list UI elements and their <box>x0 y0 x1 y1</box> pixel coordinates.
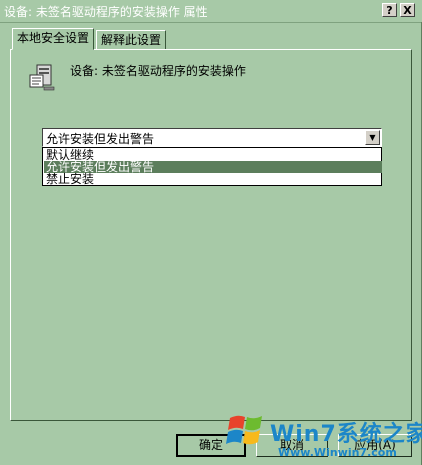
combo-selected-value: 允许安装但发出警告 <box>46 132 155 146</box>
title-bar: 设备: 未签名驱动程序的安装操作 属性 ? X <box>0 0 422 23</box>
watermark-url: Www.Winwin7.com <box>278 446 397 459</box>
window-title: 设备: 未签名驱动程序的安装操作 属性 <box>4 5 208 19</box>
option-allow-with-warning[interactable]: 允许安装但发出警告 <box>44 161 382 173</box>
watermark-brand: Win7系统之家 <box>270 422 422 447</box>
close-button[interactable]: X <box>400 3 415 17</box>
tab-explain-setting[interactable]: 解释此设置 <box>96 30 167 50</box>
policy-name: 设备: 未签名驱动程序的安装操作 <box>70 64 246 78</box>
tab-local-security-setting[interactable]: 本地安全设置 <box>12 28 95 50</box>
policy-computer-icon <box>29 64 55 91</box>
option-block-install[interactable]: 禁止安装 <box>44 173 382 185</box>
windows-logo-watermark <box>226 415 262 445</box>
tab-panel <box>10 49 412 421</box>
help-button[interactable]: ? <box>382 3 397 17</box>
combo-dropdown-list: 默认继续 允许安装但发出警告 禁止安装 <box>42 147 382 186</box>
setting-combobox[interactable]: 允许安装但发出警告 ▼ <box>42 128 382 147</box>
chevron-down-icon[interactable]: ▼ <box>365 130 380 145</box>
